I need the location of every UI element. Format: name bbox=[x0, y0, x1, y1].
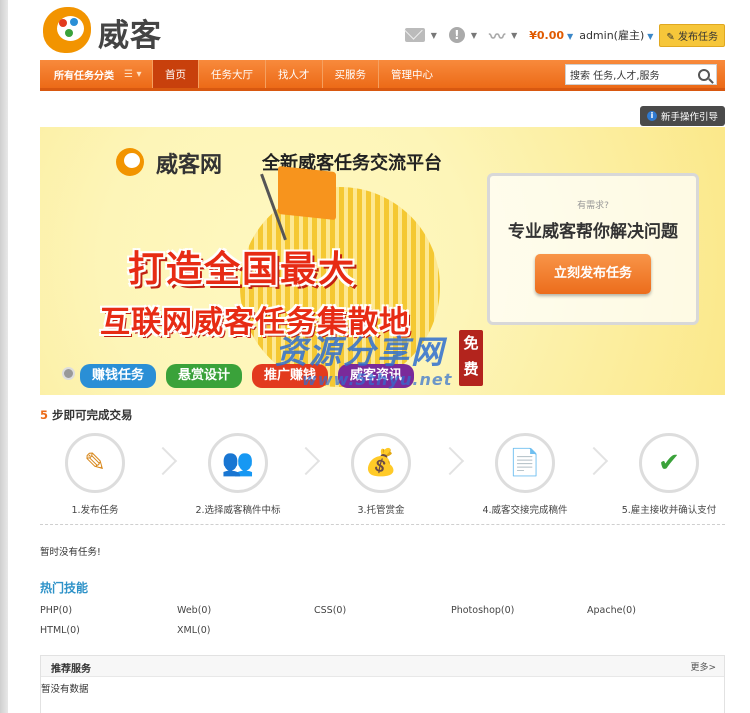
more-link[interactable]: 更多> bbox=[690, 660, 716, 673]
category-label: 所有任务分类 bbox=[54, 70, 114, 82]
nav-item-admin[interactable]: 管理中心 bbox=[378, 60, 445, 88]
nav-item-task-hall[interactable]: 任务大厅 bbox=[198, 60, 265, 88]
recommended-services: 推荐服务 更多> 暂没有数据 bbox=[40, 655, 725, 713]
skill-link[interactable]: HTML(0) bbox=[40, 625, 80, 636]
header-toolbar: ▼ ! ▼ 〰 ▼ ¥0.00 ▼ admin(雇主) ▼ ✎ 发布任务 bbox=[404, 23, 725, 47]
banner-brand: 威客网 bbox=[156, 153, 223, 178]
chevron-down-icon: ▼ bbox=[647, 32, 654, 41]
document-icon: 📄 bbox=[495, 433, 555, 493]
step-1: ✎ 1.发布任务 bbox=[30, 433, 160, 516]
list-icon: ☰ ▾ bbox=[124, 68, 142, 80]
skill-link[interactable]: XML(0) bbox=[177, 625, 210, 636]
info-icon: i bbox=[646, 111, 657, 121]
need-question: 有需求? bbox=[577, 201, 609, 211]
recommended-header: 推荐服务 更多> bbox=[41, 656, 724, 677]
step-label: 5.雇主接收并确认支付 bbox=[621, 505, 717, 516]
search-input[interactable] bbox=[566, 65, 696, 84]
watermark-text: 资源分享网 bbox=[275, 333, 446, 371]
messages-menu[interactable]: ▼ bbox=[404, 28, 437, 42]
people-icon: 👥 bbox=[208, 433, 268, 493]
flag-icon bbox=[278, 165, 336, 221]
pill-reward-design[interactable]: 悬赏设计 bbox=[166, 364, 243, 388]
beginner-guide-button[interactable]: i 新手操作引导 bbox=[639, 106, 725, 126]
logo-icon[interactable] bbox=[43, 7, 91, 53]
search-box bbox=[565, 64, 717, 85]
step-label: 4.威客交接完成稿件 bbox=[482, 505, 568, 516]
window-edge bbox=[0, 0, 8, 713]
checkmark-icon: ✔ bbox=[639, 433, 699, 493]
step-label: 3.托管赏金 bbox=[357, 505, 405, 516]
chevron-down-icon: ▼ bbox=[430, 30, 437, 40]
pill-earn-tasks[interactable]: 赚钱任务 bbox=[80, 364, 157, 388]
recommended-title: 推荐服务 bbox=[51, 664, 91, 675]
step-label: 1.发布任务 bbox=[71, 505, 119, 516]
user-menu[interactable]: admin(雇主) ▼ bbox=[579, 27, 653, 43]
mail-icon bbox=[404, 28, 425, 42]
money-bag-icon: 💰 bbox=[351, 433, 411, 493]
skill-link[interactable]: Apache(0) bbox=[587, 605, 636, 616]
category-menu[interactable]: 所有任务分类 ☰ ▾ bbox=[40, 60, 152, 88]
alert-icon: ! bbox=[448, 27, 465, 43]
free-stamp: 免费 bbox=[459, 330, 483, 386]
chevron-down-icon: ▼ bbox=[567, 31, 574, 41]
user-name: admin(雇主) bbox=[579, 29, 645, 42]
need-title: 专业威客帮你解决问题 bbox=[508, 222, 678, 242]
step-label: 2.选择威客稿件中标 bbox=[195, 505, 281, 516]
rss-icon: 〰 bbox=[489, 27, 506, 46]
rss-menu[interactable]: 〰 ▼ bbox=[489, 23, 517, 47]
step-3: 💰 3.托管赏金 bbox=[316, 433, 446, 516]
skill-link[interactable]: PHP(0) bbox=[40, 605, 72, 616]
beginner-guide-label: 新手操作引导 bbox=[660, 112, 718, 123]
chevron-down-icon: ▼ bbox=[470, 30, 478, 40]
pencil-plus-icon: ✎ bbox=[65, 433, 125, 493]
hot-skills-title: 热门技能 bbox=[40, 581, 89, 595]
slide-indicator[interactable] bbox=[62, 367, 75, 380]
steps-title-text: 步即可完成交易 bbox=[48, 408, 133, 422]
banner-logo-icon bbox=[116, 148, 144, 176]
pencil-icon: ✎ bbox=[666, 31, 675, 43]
nav-item-buy-service[interactable]: 买服务 bbox=[321, 60, 379, 88]
no-data-text: 暂没有数据 bbox=[41, 684, 89, 695]
watermark-url: www.5thyu.net bbox=[302, 370, 453, 389]
balance-menu[interactable]: ¥0.00 ▼ bbox=[529, 29, 573, 42]
header: 威客 ▼ ! ▼ 〰 ▼ ¥0.00 ▼ admin(雇主) ▼ ✎ 发布任务 bbox=[40, 0, 725, 58]
main-nav: 所有任务分类 ☰ ▾ 首页 任务大厅 找人才 买服务 管理中心 bbox=[40, 60, 725, 91]
nav-item-home[interactable]: 首页 bbox=[152, 60, 198, 88]
search-icon[interactable] bbox=[698, 68, 710, 81]
skill-link[interactable]: Photoshop(0) bbox=[451, 605, 514, 616]
skill-link[interactable]: Web(0) bbox=[177, 605, 211, 616]
balance-value: ¥0.00 bbox=[529, 28, 565, 42]
logo-text[interactable]: 威客 bbox=[98, 10, 162, 55]
notifications-menu[interactable]: ! ▼ bbox=[448, 27, 478, 43]
steps-row: ✎ 1.发布任务 👥 2.选择威客稿件中标 💰 3.托管赏金 📄 4.威客交接完… bbox=[40, 433, 725, 525]
chevron-down-icon: ▼ bbox=[511, 30, 518, 40]
step-5: ✔ 5.雇主接收并确认支付 bbox=[604, 433, 734, 516]
banner-headline-1: 打造全国最大 bbox=[128, 249, 357, 290]
post-now-button[interactable]: 立刻发布任务 bbox=[535, 254, 651, 294]
no-tasks-text: 暂时没有任务! bbox=[40, 547, 101, 558]
post-task-label: 发布任务 bbox=[678, 31, 718, 43]
post-need-card: 有需求? 专业威客帮你解决问题 立刻发布任务 bbox=[487, 173, 699, 325]
page: 威客 ▼ ! ▼ 〰 ▼ ¥0.00▼ admin(雇主)▼ ✎ 发布任务 bbox=[40, 0, 725, 713]
hero-banner[interactable]: 威客网 全新威客任务交流平台 打造全国最大 互联网威客任务集散地 有需求? 专业… bbox=[40, 127, 725, 395]
skill-link[interactable]: CSS(0) bbox=[314, 605, 346, 616]
steps-title: 5 步即可完成交易 bbox=[40, 407, 133, 423]
steps-count: 5 bbox=[40, 408, 49, 422]
nav-item-find-talent[interactable]: 找人才 bbox=[265, 60, 322, 88]
post-task-button[interactable]: ✎ 发布任务 bbox=[659, 23, 725, 47]
step-2: 👥 2.选择威客稿件中标 bbox=[173, 433, 303, 516]
step-4: 📄 4.威客交接完成稿件 bbox=[460, 433, 590, 516]
